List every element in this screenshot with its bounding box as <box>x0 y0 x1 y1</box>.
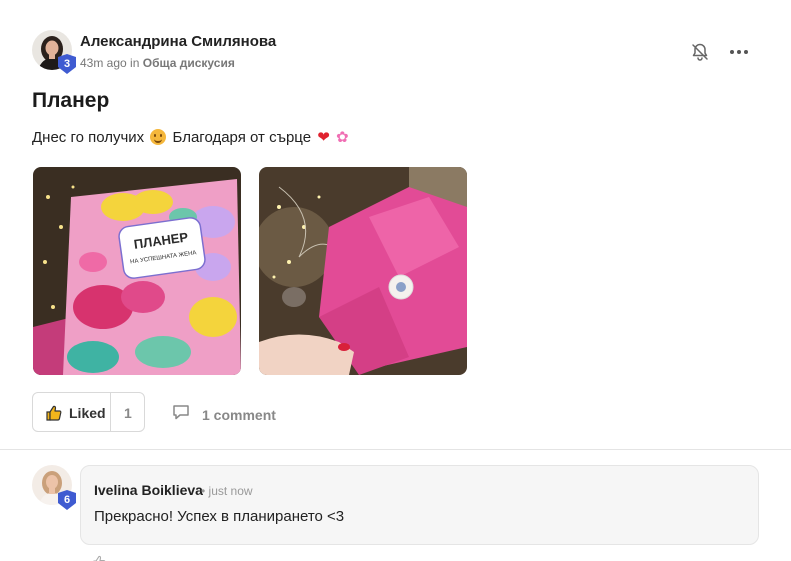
post-image-package[interactable] <box>259 167 467 375</box>
bell-off-icon[interactable] <box>688 40 712 64</box>
commenter-avatar[interactable]: 6 <box>32 465 76 510</box>
meta-in: in <box>130 56 140 70</box>
comment-button[interactable]: 1 comment <box>172 404 276 425</box>
post-card: 3 Александрина Смилянова 43m ago in Обща… <box>0 0 791 449</box>
post-title: Планер <box>32 89 110 112</box>
flower-emoji: ✿ <box>335 129 349 146</box>
commenter-name[interactable]: Ivelina Boiklieva <box>94 482 203 498</box>
more-options-icon[interactable] <box>726 40 752 64</box>
author-name[interactable]: Александрина Смилянова <box>80 33 276 50</box>
thumbs-up-icon[interactable] <box>92 555 106 561</box>
post-body-part2: Благодаря от сърце <box>172 129 312 146</box>
author-avatar[interactable]: 3 <box>32 30 76 74</box>
level-badge: 3 <box>58 54 76 74</box>
thumbs-up-icon <box>45 404 63 427</box>
comment-count-label: 1 comment <box>202 406 276 423</box>
post-meta: 43m ago in Обща дискусия <box>80 56 235 70</box>
post-category[interactable]: Обща дискусия <box>143 56 235 70</box>
like-button[interactable]: Liked 1 <box>32 392 145 432</box>
like-label: Liked <box>69 405 106 421</box>
like-divider <box>110 393 111 431</box>
section-divider <box>0 449 791 450</box>
comment-actions-row <box>92 554 212 561</box>
comment-bubble: Ivelina Boiklieva • just now Прекрасно! … <box>80 465 759 545</box>
post-time[interactable]: 43m ago <box>80 56 127 70</box>
heart-emoji: ❤ <box>317 129 330 146</box>
level-badge: 6 <box>58 490 76 510</box>
post-body: Днес го получих Благодаря от сърце ❤ ✿ <box>32 128 349 146</box>
post-image-planner[interactable]: ПЛАНЕР НА УСПЕШНАТА ЖЕНА <box>33 167 241 375</box>
smile-emoji <box>150 129 167 145</box>
like-count[interactable]: 1 <box>124 405 132 421</box>
comment-icon <box>172 404 190 425</box>
comment-text: Прекрасно! Успех в планирането <3 <box>94 508 345 525</box>
post-body-part1: Днес го получих <box>32 129 145 146</box>
comment-time: • just now <box>201 484 253 498</box>
